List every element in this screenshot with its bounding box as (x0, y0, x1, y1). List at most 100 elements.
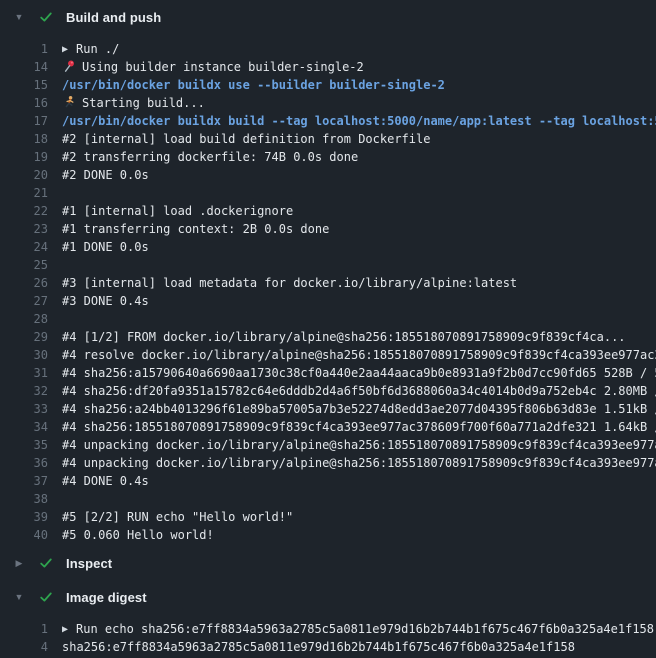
line-text-content: #2 DONE 0.0s (62, 168, 149, 182)
log-line: 20 #2 DONE 0.0s (0, 166, 656, 184)
success-check-icon (38, 9, 54, 25)
section-title: Inspect (66, 556, 112, 571)
line-number[interactable]: 23 (0, 220, 48, 238)
log-line: 30 #4 resolve docker.io/library/alpine@s… (0, 346, 656, 364)
line-number[interactable]: 39 (0, 508, 48, 526)
line-text-content: /usr/bin/docker buildx use --builder bui… (62, 78, 445, 92)
line-number[interactable]: 4 (0, 638, 48, 656)
log-line: 32 #4 sha256:df20fa9351a15782c64e6dddb2d… (0, 382, 656, 400)
runner-icon (62, 94, 76, 112)
section-header-build-and-push[interactable]: ▼ Build and push (0, 0, 656, 34)
line-text-content: Run ./ (76, 42, 119, 56)
run-chevron-icon[interactable]: ▶ (62, 621, 68, 638)
line-number[interactable]: 27 (0, 292, 48, 310)
line-text: #2 transferring dockerfile: 74B 0.0s don… (62, 148, 358, 166)
log-line: 24 #1 DONE 0.0s (0, 238, 656, 256)
section-inspect: ▶ Inspect (0, 546, 656, 580)
line-text: #4 sha256:185518070891758909c9f839cf4ca3… (62, 418, 656, 436)
log-line: 26 #3 [internal] load metadata for docke… (0, 274, 656, 292)
line-text-content: #1 transferring context: 2B 0.0s done (62, 222, 329, 236)
line-text: #2 DONE 0.0s (62, 166, 149, 184)
line-text: #4 resolve docker.io/library/alpine@sha2… (62, 346, 656, 364)
line-number[interactable]: 34 (0, 418, 48, 436)
line-text: #5 [2/2] RUN echo "Hello world!" (62, 508, 293, 526)
expand-toggle-icon[interactable]: ▼ (12, 592, 26, 602)
line-number[interactable]: 22 (0, 202, 48, 220)
line-number[interactable]: 18 (0, 130, 48, 148)
line-text: #4 DONE 0.4s (62, 472, 149, 490)
line-number[interactable]: 37 (0, 472, 48, 490)
line-number[interactable]: 15 (0, 76, 48, 94)
run-chevron-icon[interactable]: ▶ (62, 41, 68, 58)
line-number[interactable]: 35 (0, 436, 48, 454)
line-number[interactable]: 16 (0, 94, 48, 112)
line-text-content: #4 sha256:a15790640a6690aa1730c38cf0a440… (62, 366, 656, 380)
log-line: 37 #4 DONE 0.4s (0, 472, 656, 490)
line-text: #1 transferring context: 2B 0.0s done (62, 220, 329, 238)
section-image-digest: ▼ Image digest 1 ▶ Run echo sha256:e7ff88… (0, 580, 656, 658)
line-text-content: #2 [internal] load build definition from… (62, 132, 430, 146)
log-line: 31 #4 sha256:a15790640a6690aa1730c38cf0a… (0, 364, 656, 382)
line-number[interactable]: 1 (0, 620, 48, 638)
line-text: #4 unpacking docker.io/library/alpine@sh… (62, 454, 656, 472)
line-text: #4 sha256:df20fa9351a15782c64e6dddb2d4a6… (62, 382, 656, 400)
line-text: #4 [1/2] FROM docker.io/library/alpine@s… (62, 328, 626, 346)
log-line: 1 ▶ Run echo sha256:e7ff8834a5963a2785c5a… (0, 620, 656, 638)
line-number[interactable]: 1 (0, 40, 48, 58)
section-title: Build and push (66, 10, 161, 25)
log-line: 34 #4 sha256:185518070891758909c9f839cf4… (0, 418, 656, 436)
log-line: 22 #1 [internal] load .dockerignore (0, 202, 656, 220)
line-text-content: Run echo sha256:e7ff8834a5963a2785c5a081… (76, 622, 654, 636)
line-number[interactable]: 20 (0, 166, 48, 184)
line-number[interactable]: 21 (0, 184, 48, 202)
line-text-content: #4 unpacking docker.io/library/alpine@sh… (62, 438, 656, 452)
log-line: 33 #4 sha256:a24bb4013296f61e89ba57005a7… (0, 400, 656, 418)
workflow-log: ▼ Build and push 1 ▶ Run ./ 14 Using buil… (0, 0, 656, 658)
line-text: #4 sha256:a24bb4013296f61e89ba57005a7b3e… (62, 400, 656, 418)
line-text: Starting build... (62, 94, 205, 112)
expand-toggle-icon[interactable]: ▶ (12, 558, 26, 569)
section-header-image-digest[interactable]: ▼ Image digest (0, 580, 656, 614)
line-number[interactable]: 36 (0, 454, 48, 472)
expand-toggle-icon[interactable]: ▼ (12, 12, 26, 22)
line-text-content: #4 sha256:a24bb4013296f61e89ba57005a7b3e… (62, 402, 656, 416)
log-line: 35 #4 unpacking docker.io/library/alpine… (0, 436, 656, 454)
line-number[interactable]: 14 (0, 58, 48, 76)
line-number[interactable]: 31 (0, 364, 48, 382)
log-line: 14 Using builder instance builder-single… (0, 58, 656, 76)
line-number[interactable]: 29 (0, 328, 48, 346)
section-build-and-push: ▼ Build and push 1 ▶ Run ./ 14 Using buil… (0, 0, 656, 546)
line-number[interactable]: 32 (0, 382, 48, 400)
line-text: #2 [internal] load build definition from… (62, 130, 430, 148)
line-number[interactable]: 28 (0, 310, 48, 328)
line-text-content: #4 sha256:185518070891758909c9f839cf4ca3… (62, 420, 656, 434)
line-text-content: #1 [internal] load .dockerignore (62, 204, 293, 218)
section-log-lines: 1 ▶ Run echo sha256:e7ff8834a5963a2785c5a… (0, 614, 656, 658)
pushpin-icon (62, 58, 76, 76)
line-text-content: #4 resolve docker.io/library/alpine@sha2… (62, 348, 656, 362)
line-number[interactable]: 38 (0, 490, 48, 508)
log-line: 15 /usr/bin/docker buildx use --builder … (0, 76, 656, 94)
log-line: 29 #4 [1/2] FROM docker.io/library/alpin… (0, 328, 656, 346)
line-number[interactable]: 26 (0, 274, 48, 292)
line-text: #1 DONE 0.0s (62, 238, 149, 256)
log-line: 16 Starting build... (0, 94, 656, 112)
line-number[interactable]: 40 (0, 526, 48, 544)
line-text: sha256:e7ff8834a5963a2785c5a0811e979d16b… (62, 638, 575, 656)
log-line: 36 #4 unpacking docker.io/library/alpine… (0, 454, 656, 472)
log-line: 4 sha256:e7ff8834a5963a2785c5a0811e979d1… (0, 638, 656, 656)
line-text-content: #4 unpacking docker.io/library/alpine@sh… (62, 456, 656, 470)
line-text: #4 sha256:a15790640a6690aa1730c38cf0a440… (62, 364, 656, 382)
line-number[interactable]: 25 (0, 256, 48, 274)
line-number[interactable]: 19 (0, 148, 48, 166)
line-number[interactable]: 24 (0, 238, 48, 256)
log-line: 38 (0, 490, 656, 508)
success-check-icon (38, 589, 54, 605)
line-number[interactable]: 30 (0, 346, 48, 364)
line-number[interactable]: 33 (0, 400, 48, 418)
line-text-content: /usr/bin/docker buildx build --tag local… (62, 114, 656, 128)
section-title: Image digest (66, 590, 147, 605)
line-number[interactable]: 17 (0, 112, 48, 130)
line-text: #5 0.060 Hello world! (62, 526, 214, 544)
section-header-inspect[interactable]: ▶ Inspect (0, 546, 656, 580)
